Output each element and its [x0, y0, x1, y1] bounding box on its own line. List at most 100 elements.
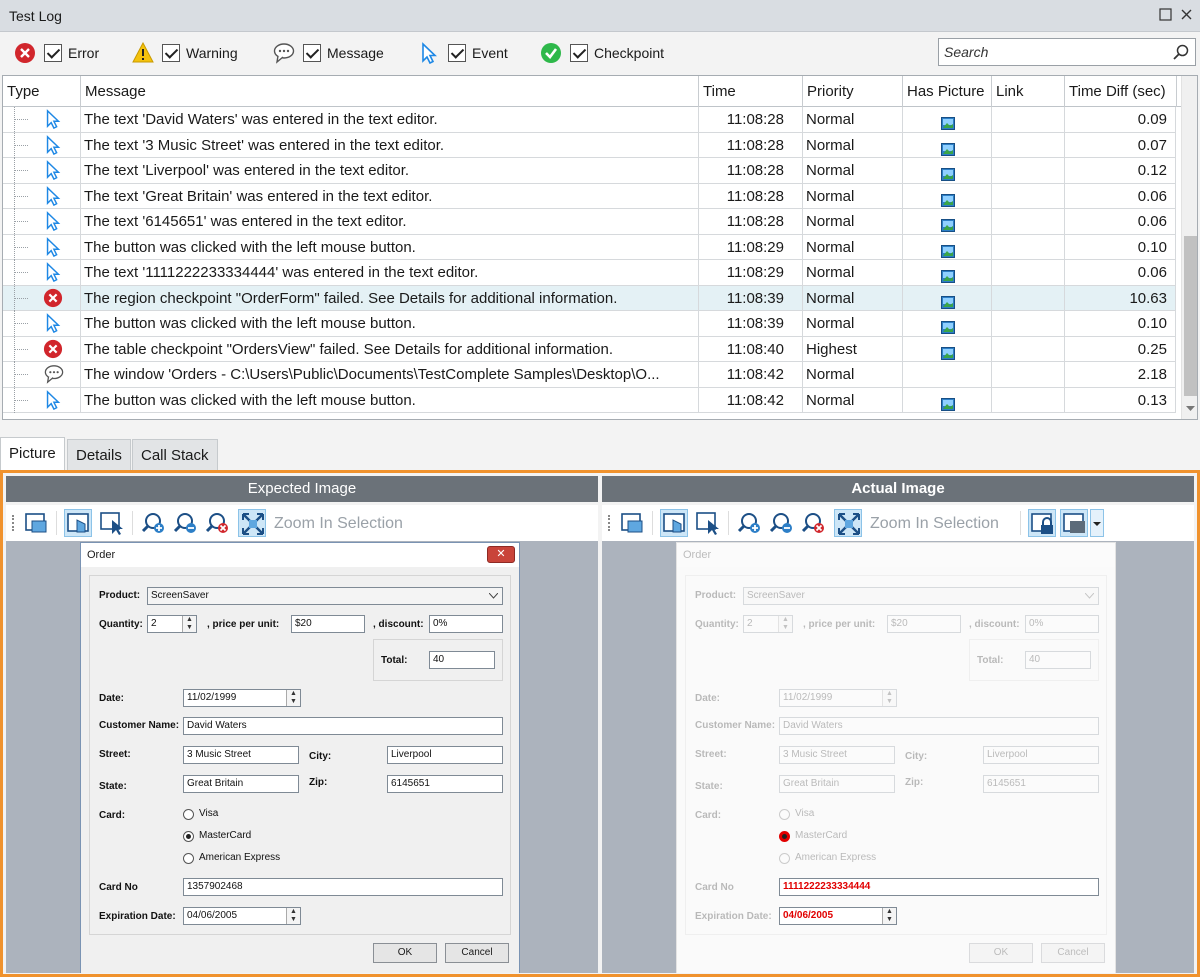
zip-field[interactable]: 6145651 [983, 775, 1099, 793]
city-field[interactable]: Liverpool [387, 746, 503, 764]
fit-icon[interactable] [834, 509, 862, 537]
customer-field[interactable]: David Waters [183, 717, 503, 735]
close-icon[interactable] [1179, 8, 1193, 22]
picture-icon[interactable] [941, 168, 955, 181]
search-input[interactable] [939, 39, 1159, 65]
expected-image-canvas[interactable]: Order ✕ Product: ScreenSaver Quantity: 2 ▲ ▼ , p… [6, 541, 598, 973]
cancel-button[interactable]: Cancel [445, 943, 509, 963]
picture-icon[interactable] [941, 321, 955, 334]
cancel-button[interactable]: Cancel [1041, 943, 1105, 963]
grid-scrollbar[interactable] [1181, 76, 1197, 419]
spinner-icon[interactable]: ▲ ▼ [882, 908, 896, 924]
table-row[interactable]: The button was clicked with the left mou… [3, 387, 1176, 413]
spinner-icon[interactable]: ▲ ▼ [286, 908, 300, 924]
card-radio-visa[interactable] [779, 809, 790, 820]
filter-event[interactable]: Event [418, 42, 508, 64]
quantity-stepper[interactable]: 2 ▲ ▼ [743, 615, 793, 633]
picture-icon[interactable] [941, 142, 955, 156]
search-icon[interactable] [1173, 44, 1189, 60]
close-icon[interactable]: ✕ [487, 546, 515, 563]
table-row[interactable]: The text 'Great Britain' was entered in … [3, 183, 1176, 209]
card-radio-american-express[interactable] [183, 853, 194, 864]
picture-icon[interactable] [941, 117, 955, 130]
lock-region-icon[interactable] [1028, 509, 1056, 537]
search-box[interactable] [938, 38, 1196, 66]
column-message[interactable]: Message [81, 76, 699, 107]
zoom-out-icon[interactable] [768, 509, 796, 537]
table-row[interactable]: The text '3 Music Street' was entered in… [3, 132, 1176, 158]
zoom-in-icon[interactable] [736, 509, 764, 537]
spinner-icon[interactable]: ▲ ▼ [882, 690, 896, 706]
expiration-date-picker[interactable]: 04/06/2005 ▲ ▼ [779, 907, 897, 925]
spinner-icon[interactable]: ▲ ▼ [286, 690, 300, 706]
column-priority[interactable]: Priority [803, 76, 903, 107]
compare-mode-dropdown[interactable] [1090, 509, 1104, 537]
customer-field[interactable]: David Waters [779, 717, 1099, 735]
city-field[interactable]: Liverpool [983, 746, 1099, 764]
event-checkbox[interactable] [448, 44, 466, 62]
scrollbar-thumb[interactable] [1184, 236, 1197, 396]
card-radio-mastercard[interactable] [183, 831, 194, 842]
state-field[interactable]: Great Britain [183, 775, 299, 793]
spinner-icon[interactable]: ▲ ▼ [778, 616, 792, 632]
discount-field[interactable]: 0% [1025, 615, 1099, 633]
scroll-down-icon[interactable] [1186, 406, 1195, 412]
select-icon[interactable] [98, 509, 126, 537]
zoom-in-selection-label[interactable]: Zoom In Selection [274, 515, 403, 533]
warning-checkbox[interactable] [162, 44, 180, 62]
column-link[interactable]: Link [992, 76, 1065, 107]
street-field[interactable]: 3 Music Street [779, 746, 895, 764]
table-row[interactable]: The text '1111222233334444' was entered … [3, 260, 1176, 286]
table-row[interactable]: The button was clicked with the left mou… [3, 311, 1176, 337]
price-field[interactable]: $20 [887, 615, 961, 633]
table-row[interactable]: The window 'Orders - C:\Users\Public\Doc… [3, 362, 1176, 388]
filter-error[interactable]: Error [14, 42, 99, 64]
picture-icon[interactable] [941, 397, 955, 411]
column-time-diff[interactable]: Time Diff (sec) [1065, 76, 1177, 107]
discount-field[interactable]: 0% [429, 615, 503, 633]
zoom-reset-icon[interactable] [204, 509, 232, 537]
table-row[interactable]: The table checkpoint "OrdersView" failed… [3, 336, 1176, 362]
show-region-icon[interactable] [22, 509, 50, 537]
zip-field[interactable]: 6145651 [387, 775, 503, 793]
card-number-field[interactable]: 1357902468 [183, 878, 503, 896]
date-picker[interactable]: 11/02/1999 ▲ ▼ [183, 689, 301, 707]
error-checkbox[interactable] [44, 44, 62, 62]
card-number-field[interactable]: 1111222233334444 [779, 878, 1099, 896]
total-field[interactable]: 40 [1025, 651, 1091, 669]
table-row[interactable]: The text '6145651' was entered in the te… [3, 209, 1176, 235]
picture-icon[interactable] [941, 270, 955, 283]
date-picker[interactable]: 11/02/1999 ▲ ▼ [779, 689, 897, 707]
picture-icon[interactable] [941, 346, 955, 360]
expiration-date-picker[interactable]: 04/06/2005 ▲ ▼ [183, 907, 301, 925]
ok-button[interactable]: OK [969, 943, 1033, 963]
product-select[interactable]: ScreenSaver [743, 587, 1099, 605]
spinner-icon[interactable]: ▲ ▼ [182, 616, 196, 632]
tab-call-stack[interactable]: Call Stack [132, 439, 218, 470]
picture-icon[interactable] [941, 244, 955, 258]
pan-icon[interactable] [64, 509, 92, 537]
zoom-in-icon[interactable] [140, 509, 168, 537]
table-row[interactable]: The text 'Liverpool' was entered in the … [3, 158, 1176, 184]
picture-icon[interactable] [941, 295, 955, 309]
price-field[interactable]: $20 [291, 615, 365, 633]
message-checkbox[interactable] [303, 44, 321, 62]
compare-mode-icon[interactable] [1060, 509, 1088, 537]
table-row[interactable]: The button was clicked with the left mou… [3, 234, 1176, 260]
fit-icon[interactable] [238, 509, 266, 537]
actual-image-canvas[interactable]: Order Product: ScreenSaver Quantity: 2 ▲ ▼ , pr… [602, 541, 1194, 973]
column-type[interactable]: Type [3, 76, 81, 107]
zoom-reset-icon[interactable] [800, 509, 828, 537]
total-field[interactable]: 40 [429, 651, 495, 669]
pan-icon[interactable] [660, 509, 688, 537]
filter-warning[interactable]: Warning [132, 42, 238, 64]
show-region-icon[interactable] [618, 509, 646, 537]
tab-details[interactable]: Details [67, 439, 131, 470]
table-row[interactable]: The text 'David Waters' was entered in t… [3, 107, 1176, 133]
filter-checkpoint[interactable]: Checkpoint [540, 42, 664, 64]
card-radio-american-express[interactable] [779, 853, 790, 864]
select-icon[interactable] [694, 509, 722, 537]
state-field[interactable]: Great Britain [779, 775, 895, 793]
zoom-out-icon[interactable] [172, 509, 200, 537]
card-radio-mastercard[interactable] [779, 831, 790, 842]
